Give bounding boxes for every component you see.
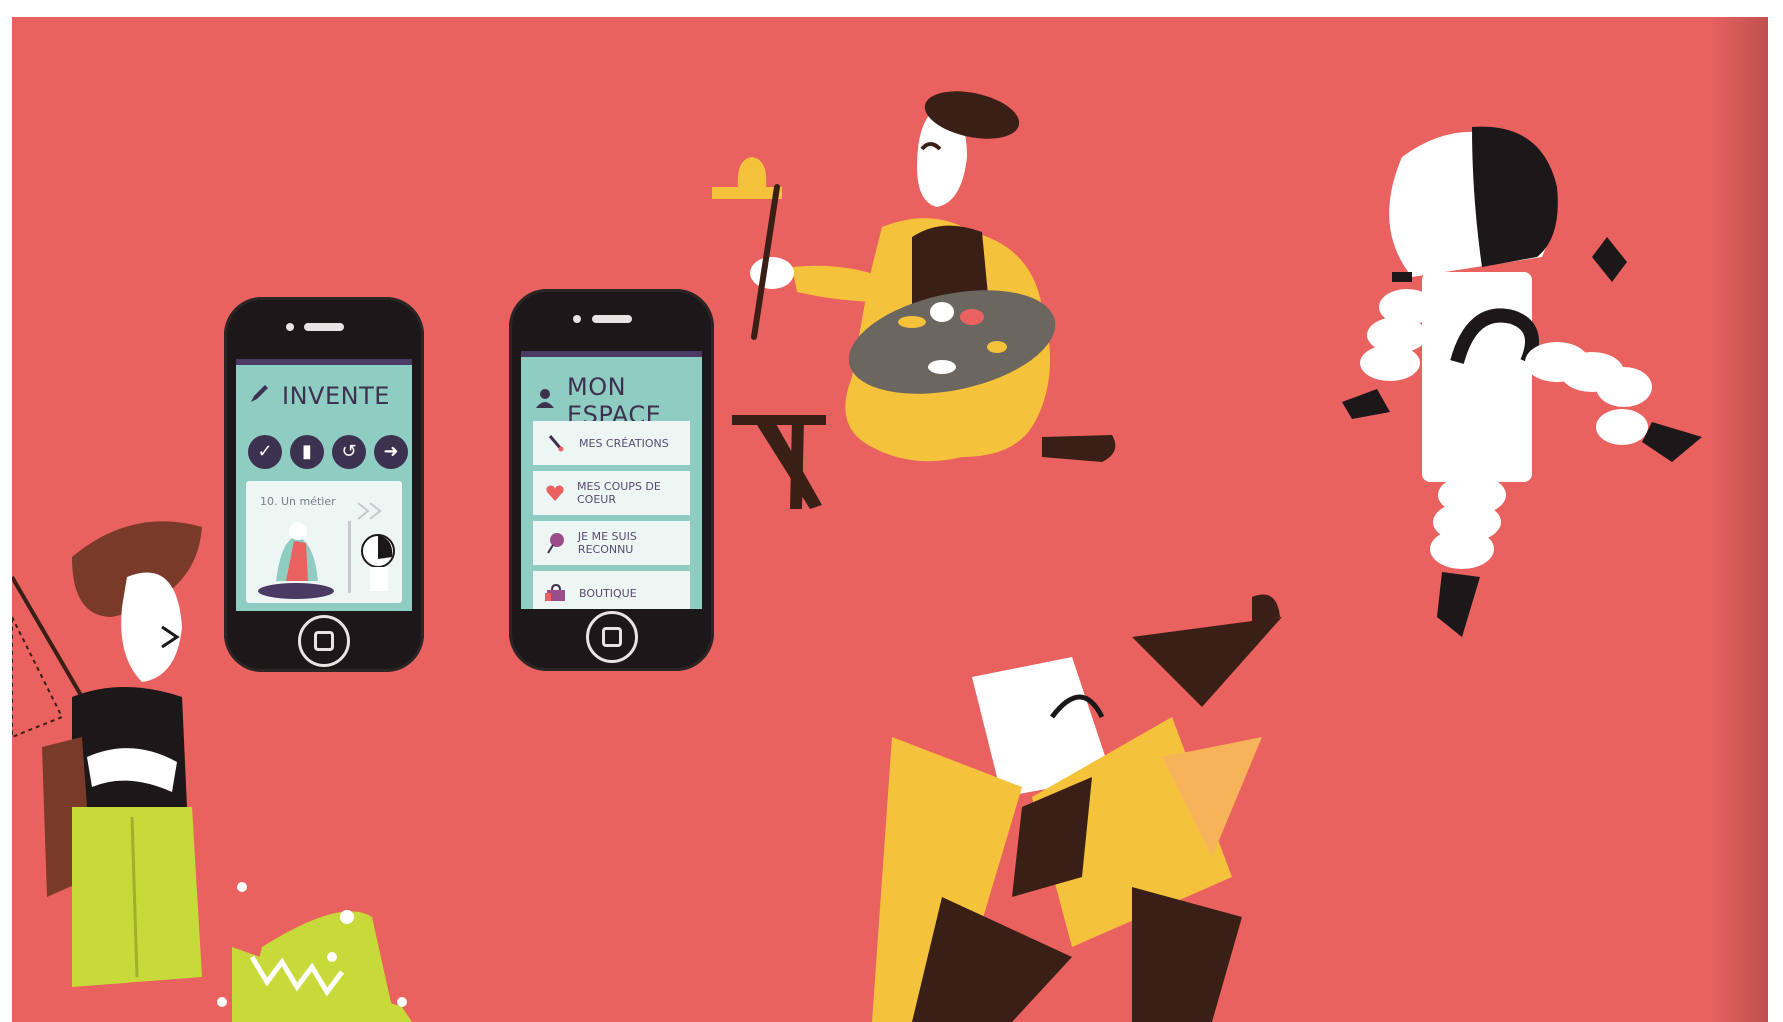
menu-item-boutique[interactable]: BOUTIQUE (533, 571, 690, 609)
forward-icon[interactable]: ➜ (374, 435, 408, 469)
front-camera (286, 323, 294, 331)
character-thumbnail (258, 502, 395, 599)
earpiece-speaker (591, 315, 632, 323)
user-icon (533, 386, 557, 416)
undo-icon[interactable]: ↺ (332, 435, 366, 469)
lollipop-icon (545, 532, 566, 554)
page-edge-shadow (1708, 17, 1768, 1022)
painter-illustration (712, 91, 1116, 509)
menu-item-je-me-suis-reconnu[interactable]: JE ME SUIS RECONNU (533, 521, 690, 565)
phone-mon-espace: MON ESPACE MES CRÉATIONS MES COUPS DE CO… (509, 289, 714, 671)
home-button[interactable] (298, 615, 350, 667)
phone-screen: INVENTE ✓ ▮ ↺ ➜ 10. Un métier (236, 359, 412, 611)
menu-item-label: MES COUPS DE COEUR (577, 480, 661, 506)
shirt-icon[interactable]: ▮ (290, 435, 324, 469)
status-bar (521, 351, 702, 357)
astronaut-illustration (1342, 126, 1702, 637)
illustration-canvas: INVENTE ✓ ▮ ↺ ➜ 10. Un métier MON ESPACE… (12, 17, 1768, 1022)
phone-invente: INVENTE ✓ ▮ ↺ ➜ 10. Un métier (224, 297, 424, 672)
menu-item-label: BOUTIQUE (579, 586, 637, 600)
home-button[interactable] (585, 611, 638, 663)
brush-icon (545, 432, 567, 454)
menu-item-mes-creations[interactable]: MES CRÉATIONS (533, 421, 690, 465)
harlequin-illustration (872, 594, 1282, 1022)
screen-title: INVENTE (282, 382, 390, 410)
menu-item-label: MES CRÉATIONS (579, 436, 669, 450)
earpiece-speaker (304, 323, 344, 331)
status-bar (236, 359, 412, 365)
job-card[interactable]: 10. Un métier (246, 481, 402, 603)
phone-screen: MON ESPACE MES CRÉATIONS MES COUPS DE CO… (521, 351, 702, 609)
pencil-icon (248, 381, 272, 411)
check-icon[interactable]: ✓ (248, 435, 282, 469)
shop-icon (545, 582, 567, 604)
front-camera (573, 315, 581, 323)
menu-item-label: JE ME SUIS RECONNU (577, 530, 637, 556)
menu-item-mes-coups-de-coeur[interactable]: MES COUPS DE COEUR (533, 471, 690, 515)
screen-header: INVENTE (248, 381, 390, 411)
heart-icon (545, 482, 565, 504)
